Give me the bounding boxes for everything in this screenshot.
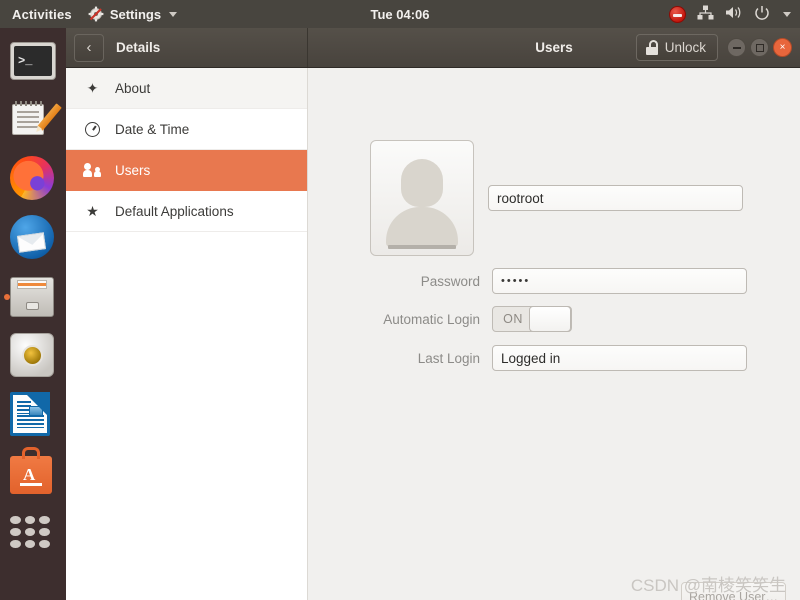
automatic-login-toggle[interactable]: ON [492,306,572,332]
clock-icon [84,121,101,138]
libreoffice-icon [10,392,50,436]
back-chevron-icon: ‹ [86,39,92,56]
sidebar-item-users[interactable]: Users [66,150,307,191]
ubuntu-software-letter: A [23,465,36,484]
automatic-login-label: Automatic Login [383,311,480,327]
rhythmbox-icon [10,333,54,377]
thunderbird-icon [10,215,54,259]
automatic-login-row: Automatic Login ON [370,306,747,332]
settings-sidebar: ✦ About Date & Time Users ★ Default Appl… [66,68,308,600]
ubuntu-software-icon: A [10,447,52,494]
settings-gear-icon [88,6,104,22]
last-login-label: Last Login [417,350,480,366]
dock-item-files[interactable] [4,274,56,320]
dock-item-ubuntu-software[interactable]: A [10,447,56,497]
last-login-value: Logged in [501,350,561,366]
window-titlebar: ‹ Details Users Unlock × [66,28,800,68]
minimize-button[interactable] [727,38,746,57]
avatar-and-name-row: rootroot [370,140,747,256]
activities-button[interactable]: Activities [0,7,82,22]
do-not-disturb-icon[interactable] [669,5,686,23]
username-field[interactable]: rootroot [488,185,743,211]
password-field[interactable]: ••••• [492,268,747,294]
firefox-icon [10,156,54,200]
window-controls: × [727,38,792,57]
password-row: Password ••••• [370,268,747,294]
titlebar-left-pane: ‹ Details [66,28,308,67]
sidebar-title: Details [116,40,161,55]
avatar[interactable] [370,140,474,256]
password-label: Password [420,273,480,289]
sparkle-icon: ✦ [86,79,99,96]
last-login-row: Last Login Logged in [370,345,747,371]
sidebar-item-about[interactable]: ✦ About [66,68,307,109]
terminal-prompt: >_ [14,46,52,76]
system-menu-chevron-down-icon[interactable] [783,11,791,17]
unlock-button-label: Unlock [664,40,706,55]
sidebar-item-default-applications[interactable]: ★ Default Applications [66,191,307,232]
star-icon: ★ [86,202,99,219]
toggle-state-label: ON [503,312,523,326]
dock-item-terminal[interactable]: >_ [10,38,56,84]
dock-item-firefox[interactable] [10,156,56,202]
show-applications-icon [10,516,50,548]
gnome-top-bar: Activities Settings Tue 04:06 [0,0,800,28]
maximize-button[interactable] [750,38,769,57]
network-wired-icon[interactable] [697,5,714,23]
dock-item-thunderbird[interactable] [10,215,56,261]
dock-item-text-editor[interactable] [10,97,62,143]
titlebar-right-pane: Users Unlock × [308,28,800,67]
settings-window: ‹ Details Users Unlock × ✦ About Date & … [66,28,800,600]
text-editor-icon [10,97,62,143]
files-icon [10,277,54,317]
power-icon[interactable] [754,5,770,24]
sidebar-item-label: About [115,80,151,96]
sidebar-item-label: Default Applications [115,203,234,219]
last-login-field: Logged in [492,345,747,371]
app-menu-settings[interactable]: Settings [82,6,183,22]
username-value: rootroot [497,190,544,206]
users-panel: rootroot Password ••••• Automatic Login … [308,68,800,600]
dock-item-rhythmbox[interactable] [10,333,56,379]
close-button[interactable]: × [773,38,792,57]
dock-item-show-applications[interactable] [10,510,56,556]
back-button[interactable]: ‹ [74,33,104,62]
password-value: ••••• [501,275,531,287]
lock-icon [645,40,658,55]
sidebar-item-label: Date & Time [115,121,190,137]
unlock-button[interactable]: Unlock [635,34,718,61]
sidebar-item-date-time[interactable]: Date & Time [66,109,307,150]
terminal-icon: >_ [10,42,56,80]
user-form: rootroot Password ••••• Automatic Login … [370,140,747,371]
ubuntu-dock: >_ A [0,28,66,600]
chevron-down-icon [169,11,178,17]
close-icon: × [779,42,786,53]
toggle-knob [529,306,571,332]
dock-item-libreoffice[interactable] [10,392,56,438]
users-icon [83,162,101,179]
status-indicators [669,5,800,24]
sidebar-item-label: Users [115,162,151,178]
window-body: ✦ About Date & Time Users ★ Default Appl… [66,68,800,600]
app-menu-label: Settings [109,6,162,22]
volume-icon[interactable] [725,5,743,23]
watermark: CSDN @南棱笑笑生 [630,576,786,595]
